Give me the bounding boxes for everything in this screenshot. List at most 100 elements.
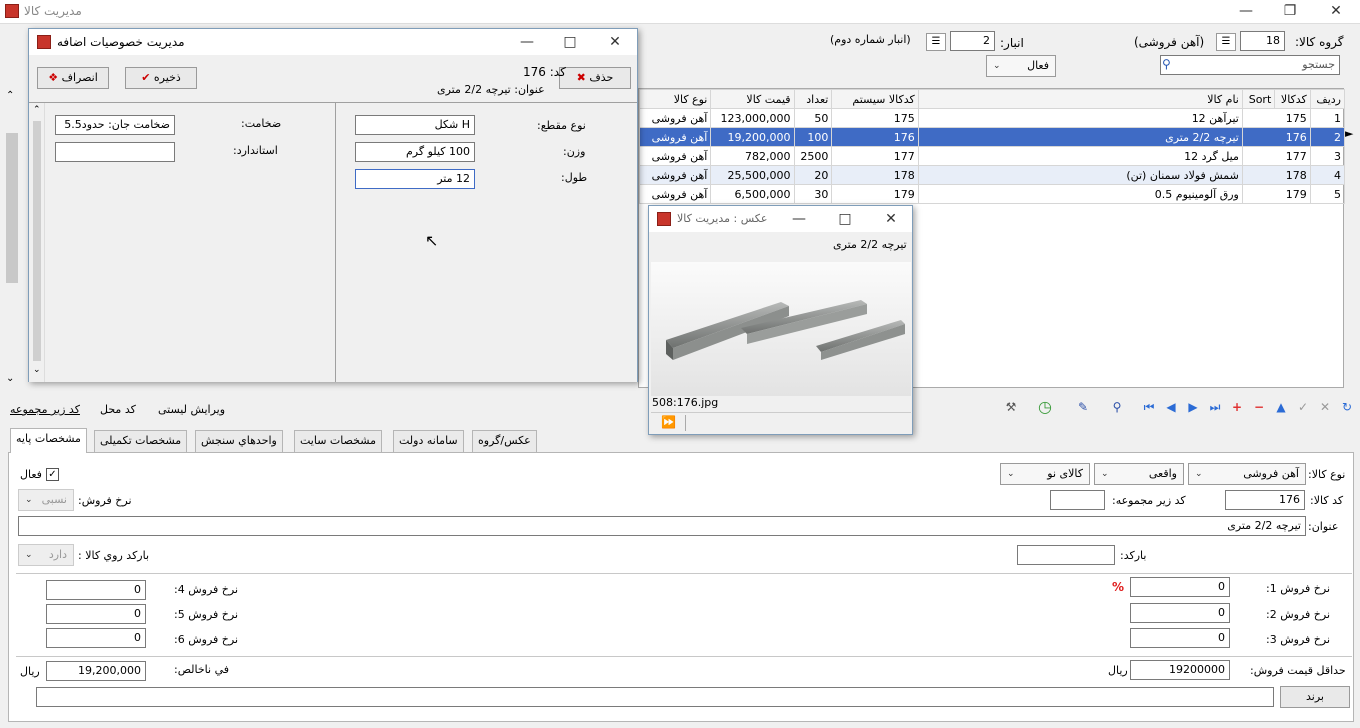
brand-button[interactable]: برند [1280,686,1350,708]
standard-input[interactable] [55,142,175,162]
rate4-input[interactable]: 0 [46,580,146,600]
barcode-on-select[interactable]: دارد ⌄ [18,544,74,566]
status-select[interactable]: فعال ⌄ [986,55,1056,77]
kind-select[interactable]: واقعی ⌄ [1094,463,1184,485]
tab-government[interactable]: سامانه دولت [393,430,464,452]
next-record-icon[interactable]: ▶ [1184,398,1202,416]
col-name[interactable]: نام کالا [917,89,1243,109]
active-checkbox[interactable]: ✓ [46,468,59,481]
table-row[interactable]: 4 178 شمش فولاد سمنان (تن) 178 20 25,500… [638,165,1346,185]
rate2-input[interactable]: 0 [1130,603,1230,623]
close-icon[interactable]: ✕ [871,208,911,230]
cell-type: آهن فروشی [638,165,712,185]
next-image-icon[interactable]: ⏩ [661,415,676,429]
code-input[interactable]: 176 [1225,490,1305,510]
restore-icon[interactable]: ❐ [1270,0,1310,22]
cell-system-code: 179 [831,184,919,204]
move-up-icon[interactable]: ▲ [1272,398,1290,416]
scroll-thumb[interactable] [6,133,18,283]
title-input[interactable]: تیرچه 2/2 متری [18,516,1306,536]
list-edit-link[interactable]: ویرایش لیستی [158,403,225,416]
col-qty[interactable]: تعداد [793,89,833,109]
length-input[interactable]: 12 متر [355,169,475,189]
weight-input[interactable]: 100 کیلو گرم [355,142,475,162]
type-label: نوع کالا: [1308,468,1346,481]
tools-icon[interactable]: ⚒ [1002,398,1020,416]
group-code-input[interactable]: 18 [1240,31,1285,51]
col-price[interactable]: قیمت کالا [710,89,795,109]
tab-site[interactable]: مشخصات سایت [294,430,382,452]
col-type[interactable]: نوع کالا [638,89,712,109]
thickness-input[interactable]: ضخامت جان: حدود5.5 [55,115,175,135]
rate6-input[interactable]: 0 [46,628,146,648]
percent-icon[interactable]: % [1112,580,1124,594]
delete-button[interactable]: ✖ حذف [559,67,631,89]
minimize-icon[interactable]: — [1226,0,1266,22]
chevron-down-icon: ⌄ [1195,469,1203,479]
minimize-icon[interactable]: — [779,208,819,230]
subgroup-code-link[interactable]: کد زیر مجموعه [10,403,80,416]
edit-icon[interactable]: ✎ [1074,398,1092,416]
tab-complementary[interactable]: مشخصات تکمیلی [94,430,188,452]
store-name: (انبار شماره دوم) [830,33,911,46]
barcode-on-select-value: دارد [48,548,67,561]
tab-units[interactable]: واحدهاي سنجش [195,430,283,452]
section-input[interactable]: H شکل [355,115,475,135]
col-sort[interactable]: Sort [1241,89,1276,109]
refresh-icon[interactable]: ↻ [1338,398,1356,416]
scroll-up-icon[interactable]: ⌃ [33,105,41,115]
min-price-input[interactable]: 19200000 [1130,660,1230,680]
check-icon[interactable]: ✓ [1294,398,1312,416]
table-row[interactable]: 5 179 ورق آلومینیوم 0.5 179 30 6,500,000… [638,184,1346,204]
location-code-link[interactable]: کد محل [100,403,136,416]
barcode-input[interactable] [1017,545,1115,565]
scroll-down-icon[interactable]: ⌄ [33,365,41,375]
minimize-icon[interactable]: — [507,31,547,53]
prev-record-icon[interactable]: ◀ [1162,398,1180,416]
delete-button-label: حذف [589,71,614,84]
table-row[interactable]: 1 175 تیرآهن 12 175 50 123,000,000 آهن ف… [638,108,1346,128]
col-system-code[interactable]: کدکالا سیستم [831,89,919,109]
search-input[interactable]: جستجو [1160,55,1340,75]
last-record-icon[interactable]: ⏭ [1206,398,1224,416]
clock-icon[interactable]: ◷ [1036,398,1054,416]
tab-photo-group[interactable]: عکس/گروه [472,430,537,452]
cancel-button[interactable]: ❖ انصراف [37,67,109,89]
rate3-input[interactable]: 0 [1130,628,1230,648]
scroll-thumb[interactable] [33,121,41,361]
divider [335,103,336,382]
rate5-input[interactable]: 0 [46,604,146,624]
image-nav-bar: ⏩ [651,412,911,432]
panel-scrollbar[interactable]: ⌃ ⌄ [29,103,45,382]
new-select[interactable]: کالای نو ⌄ [1000,463,1090,485]
cancel-icon[interactable]: ✕ [1316,398,1334,416]
group-lookup-icon[interactable]: ☰ [1216,33,1236,51]
maximize-icon[interactable]: □ [550,31,590,53]
remove-icon[interactable]: − [1250,398,1268,416]
gross-input[interactable]: 19,200,000 [46,661,146,681]
type-select[interactable]: آهن فروشی ⌄ [1188,463,1306,485]
rate1-input[interactable]: 0 [1130,577,1230,597]
col-row[interactable]: رديف [1309,89,1346,109]
brand-input[interactable] [36,687,1274,707]
tab-basic[interactable]: مشخصات پایه [10,428,87,453]
left-scrollbar[interactable]: ⌃ ⌄ [0,88,24,388]
add-icon[interactable]: + [1228,398,1246,416]
close-icon[interactable]: ✕ [1316,0,1356,22]
first-record-icon[interactable]: ⏮ [1140,398,1158,416]
col-code[interactable]: کدکالا [1274,89,1311,109]
table-row[interactable]: 3 177 میل گرد 12 177 2500 782,000 آهن فر… [638,146,1346,166]
subgroup-input[interactable] [1050,490,1105,510]
rate6-label: نرخ فروش 6: [174,633,239,646]
scroll-up-icon[interactable]: ⌃ [6,90,14,101]
maximize-icon[interactable]: □ [825,208,865,230]
table-row[interactable]: 2 176 تیرچه 2/2 متری 176 100 19,200,000 … [638,127,1346,147]
close-icon[interactable]: ✕ [595,31,635,53]
scroll-down-icon[interactable]: ⌄ [6,373,14,384]
search-user-icon[interactable]: ⚲ [1108,398,1126,416]
store-code-input[interactable]: 2 [950,31,995,51]
sale-rate-select[interactable]: نسبی ⌄ [18,489,74,511]
save-button[interactable]: ✔ ذخیره [125,67,197,89]
top-scrollbar[interactable] [1346,40,1358,380]
store-lookup-icon[interactable]: ☰ [926,33,946,51]
